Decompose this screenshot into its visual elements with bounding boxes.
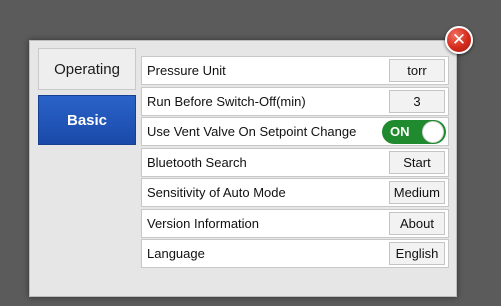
setting-row-auto-mode-sensitivity: Sensitivity of Auto Mode Medium (141, 178, 449, 207)
setting-label: Pressure Unit (147, 63, 226, 78)
vent-valve-toggle[interactable]: ON (382, 120, 446, 144)
pressure-unit-button[interactable]: torr (389, 59, 445, 82)
run-before-switch-off-button[interactable]: 3 (389, 89, 445, 113)
close-icon[interactable]: ✕ (445, 26, 473, 54)
toggle-knob (422, 121, 444, 143)
setting-label: Run Before Switch-Off(min) (147, 93, 306, 109)
bluetooth-start-button[interactable]: Start (389, 150, 445, 174)
sensitivity-button[interactable]: Medium (388, 181, 445, 204)
setting-row-vent-valve: Use Vent Valve On Setpoint Change ON (141, 117, 449, 146)
setting-row-version-information: Version Information About (141, 208, 449, 238)
setting-row-language: Language English (141, 239, 449, 268)
setting-label: Sensitivity of Auto Mode (147, 185, 286, 200)
setting-label: Language (147, 246, 205, 261)
setting-label: Use Vent Valve On Setpoint Change (147, 124, 357, 139)
toggle-state-label: ON (390, 124, 410, 139)
setting-label: Version Information (147, 215, 260, 231)
language-button[interactable]: English (389, 242, 445, 265)
setting-label: Bluetooth Search (147, 154, 247, 170)
tab-operating[interactable]: Operating (38, 48, 136, 90)
about-button[interactable]: About (389, 211, 445, 235)
setting-row-pressure-unit: Pressure Unit torr (141, 56, 449, 85)
setting-row-bluetooth-search: Bluetooth Search Start (141, 147, 449, 177)
settings-list: Pressure Unit torr Run Before Switch-Off… (141, 56, 449, 270)
tab-basic[interactable]: Basic (38, 95, 136, 145)
setting-row-run-before-switch-off: Run Before Switch-Off(min) 3 (141, 86, 449, 116)
